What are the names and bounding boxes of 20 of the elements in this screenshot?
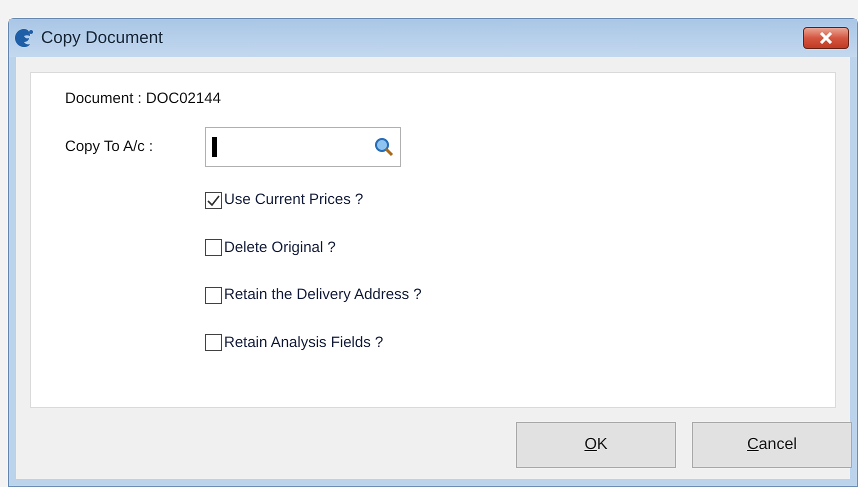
checkbox[interactable]	[205, 192, 222, 209]
close-icon	[819, 32, 833, 44]
option-label[interactable]: Use Current Prices ?	[224, 189, 364, 212]
text-cursor	[212, 137, 217, 157]
checkbox[interactable]	[205, 286, 222, 304]
window-title: Copy Document	[41, 27, 163, 50]
account-field[interactable]	[205, 127, 401, 167]
app-logo-icon	[13, 27, 35, 49]
check-icon	[207, 194, 220, 206]
dialog-button[interactable]: Cancel	[692, 422, 852, 468]
document-label: Document : DOC02144	[65, 89, 222, 109]
checkbox[interactable]	[205, 334, 222, 352]
checkbox[interactable]	[205, 239, 222, 256]
search-icon[interactable]	[374, 137, 394, 157]
copy-to-label: Copy To A/c :	[65, 136, 154, 157]
dialog-button[interactable]: OK	[516, 422, 676, 468]
option-label[interactable]: Retain the Delivery Address ?	[224, 284, 422, 306]
option-label[interactable]: Retain Analysis Fields ?	[224, 332, 384, 354]
close-button[interactable]	[803, 27, 849, 49]
option-label[interactable]: Delete Original ?	[224, 236, 336, 259]
